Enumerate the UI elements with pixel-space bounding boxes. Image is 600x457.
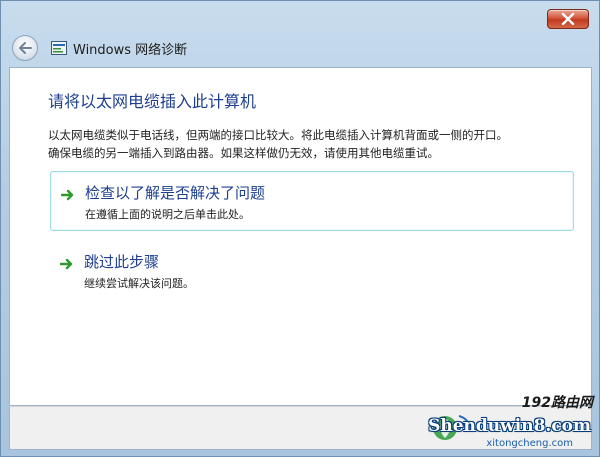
option-subtitle: 在遵循上面的说明之后单击此处。 [85, 208, 250, 221]
green-arrow-icon [60, 258, 73, 270]
green-arrow-icon [61, 189, 74, 201]
close-icon [561, 13, 575, 25]
close-button[interactable] [547, 9, 589, 29]
back-button[interactable] [12, 35, 38, 61]
network-diagnostics-icon [51, 41, 67, 55]
description-line: 确保电缆的另一端插入到路由器。如果这样做仍无效，请使用其他电缆重试。 [48, 146, 439, 160]
option-check-solved[interactable]: 检查以了解是否解决了问题 在遵循上面的说明之后单击此处。 [50, 171, 574, 231]
option-skip-step[interactable]: 跳过此步骤 继续尝试解决该问题。 [50, 241, 574, 301]
dialog-window: Windows 网络诊断 请将以太网电缆插入此计算机 以太网电缆类似于电话线，但… [0, 0, 600, 457]
watermark-sub: xitongcheng.com [486, 438, 573, 449]
watermark-main: Shenduwin8.com [428, 416, 591, 436]
page-heading: 请将以太网电缆插入此计算机 [48, 92, 257, 111]
window-title: Windows 网络诊断 [73, 43, 188, 58]
watermark: 192路由网 Shenduwin8.com xitongcheng.com [403, 392, 593, 452]
content-panel: 请将以太网电缆插入此计算机 以太网电缆类似于电话线，但两端的接口比较大。将此电缆… [9, 67, 592, 406]
watermark-brand: 192路由网 [521, 395, 593, 411]
back-arrow-icon [19, 42, 32, 54]
option-title: 检查以了解是否解决了问题 [85, 184, 266, 202]
description: 以太网电缆类似于电话线，但两端的接口比较大。将此电缆插入计算机背面或一侧的开口。… [48, 126, 568, 162]
option-title: 跳过此步骤 [84, 253, 160, 271]
description-line: 以太网电缆类似于电话线，但两端的接口比较大。将此电缆插入计算机背面或一侧的开口。 [48, 128, 508, 142]
option-subtitle: 继续尝试解决该问题。 [84, 277, 194, 290]
